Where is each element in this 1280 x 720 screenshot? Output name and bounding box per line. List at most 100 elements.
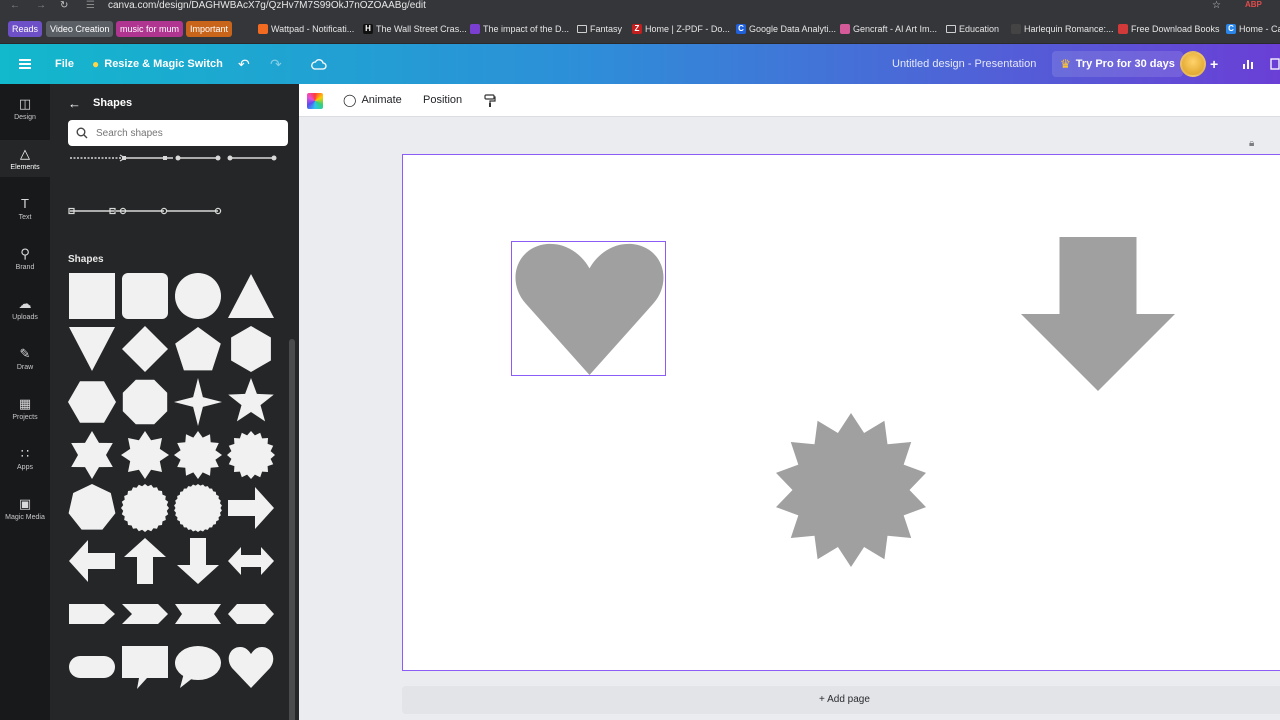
- shape-tile-triangle[interactable]: [227, 272, 275, 320]
- shape-tile-circle[interactable]: [174, 272, 222, 320]
- shape-tile-arrow-left[interactable]: [68, 537, 116, 585]
- bookmark-item[interactable]: Z Home | Z-PDF - Do...: [632, 21, 730, 37]
- bookmark-item[interactable]: H The Wall Street Cras...: [363, 21, 467, 37]
- shape-tile-banner[interactable]: [174, 590, 222, 638]
- back-arrow-icon[interactable]: ←: [68, 96, 81, 111]
- rail-item-label: Uploads: [12, 314, 38, 321]
- shape-tile-hexagon-flat[interactable]: [227, 590, 275, 638]
- url-text[interactable]: canva.com/design/DAGHWBAcX7g/QzHv7M7S99O…: [108, 0, 426, 11]
- forward-icon[interactable]: →: [36, 0, 46, 11]
- bookmark-item[interactable]: Reads: [8, 21, 43, 37]
- shape-tile-diamond[interactable]: [121, 325, 169, 373]
- color-picker-button[interactable]: [307, 84, 323, 117]
- starburst-shape[interactable]: [774, 413, 928, 567]
- bookmark-item[interactable]: Harlequin Romance:...: [1011, 21, 1114, 37]
- bookmark-item[interactable]: Important: [186, 21, 233, 37]
- shape-tile-octagon[interactable]: [121, 378, 169, 426]
- shape-tile-eight-point-star[interactable]: [121, 431, 169, 479]
- resize-magic-switch-button[interactable]: ● Resize & Magic Switch: [92, 44, 223, 84]
- rail-item-uploads[interactable]: ☁ Uploads: [0, 296, 50, 321]
- shape-tile-heptagon[interactable]: [68, 484, 116, 532]
- shape-tile-five-point-star[interactable]: [227, 378, 275, 426]
- undo-icon[interactable]: ↶: [238, 44, 250, 84]
- add-page-button[interactable]: + Add page: [402, 686, 1280, 714]
- bookmark-label: Wattpad - Notificati...: [271, 24, 355, 34]
- bookmark-label: Google Data Analyti...: [749, 24, 837, 34]
- design-page[interactable]: [402, 154, 1280, 671]
- shape-tile-sixteen-point-burst[interactable]: [227, 431, 275, 479]
- shape-tile-scalloped-circle[interactable]: [121, 484, 169, 532]
- redo-icon[interactable]: ↷: [270, 44, 282, 84]
- bookmark-star-icon[interactable]: ☆: [1212, 0, 1221, 11]
- shape-tile-six-point-star[interactable]: [68, 431, 116, 479]
- menu-icon[interactable]: [19, 44, 31, 84]
- shape-tile-inverted-triangle[interactable]: [68, 325, 116, 373]
- position-button[interactable]: Position: [423, 84, 462, 117]
- rail-item-label: Elements: [10, 164, 40, 171]
- back-icon[interactable]: ←: [10, 0, 20, 11]
- arrow-down-shape[interactable]: [1021, 237, 1175, 391]
- shape-tile-hexagon-wide[interactable]: [68, 378, 116, 426]
- add-collaborator-icon[interactable]: +: [1210, 44, 1218, 84]
- adblock-icon[interactable]: ABP: [1245, 0, 1262, 9]
- shape-tile-speech-bubble-round[interactable]: [174, 643, 222, 691]
- shape-tile-speech-bubble-rect[interactable]: [121, 643, 169, 691]
- bookmark-item[interactable]: Education: [946, 21, 999, 37]
- reload-icon[interactable]: ↻: [60, 0, 68, 11]
- shape-tile-four-point-star[interactable]: [174, 378, 222, 426]
- bookmark-item[interactable]: Wattpad - Notificati...: [258, 21, 354, 37]
- panel-scrollbar[interactable]: [289, 339, 295, 720]
- bookmark-label: Harlequin Romance:...: [1024, 24, 1114, 34]
- site-info-icon[interactable]: ☰: [86, 0, 95, 11]
- bookmark-item[interactable]: C Home - Ca: [1226, 21, 1280, 37]
- paint-roller-icon[interactable]: [484, 84, 496, 117]
- share-icon[interactable]: [1270, 44, 1280, 84]
- bookmark-item[interactable]: The impact of the D...: [470, 21, 569, 37]
- shape-tile-arrow-right[interactable]: [227, 484, 275, 532]
- shape-tile-pentagon[interactable]: [174, 325, 222, 373]
- shape-tile-hexagon[interactable]: [227, 325, 275, 373]
- shape-tile-pentagon-arrow[interactable]: [68, 590, 116, 638]
- shape-tile-seal[interactable]: [174, 484, 222, 532]
- animate-button[interactable]: ◯ Animate: [343, 84, 402, 117]
- design-title[interactable]: Untitled design - Presentation: [892, 44, 1036, 84]
- search-input[interactable]: [96, 127, 266, 139]
- shape-tile-pill[interactable]: [68, 643, 116, 691]
- bookmark-item[interactable]: Free Download Books: [1118, 21, 1220, 37]
- bookmark-item[interactable]: C Google Data Analyti...: [736, 21, 836, 37]
- line-styles-row-2[interactable]: [68, 206, 278, 216]
- bookmark-label: music for mum: [120, 24, 180, 34]
- file-menu[interactable]: File: [55, 44, 74, 84]
- try-pro-button[interactable]: ♛ Try Pro for 30 days: [1052, 51, 1183, 77]
- rail-item-label: Projects: [12, 414, 38, 421]
- shape-tile-heart[interactable]: [227, 643, 275, 691]
- shape-tile-chevron[interactable]: [121, 590, 169, 638]
- shape-tile-arrow-down[interactable]: [174, 537, 222, 585]
- bookmark-item[interactable]: Fantasy: [577, 21, 622, 37]
- rail-item-design[interactable]: ◫ Design: [0, 96, 50, 121]
- shape-tile-arrow-double[interactable]: [227, 537, 275, 585]
- bookmark-item[interactable]: music for mum: [116, 21, 184, 37]
- shape-tile-twelve-point-burst[interactable]: [174, 431, 222, 479]
- rail-item-apps[interactable]: ∷ Apps: [0, 446, 50, 471]
- line-styles-row-1[interactable]: [68, 153, 278, 163]
- bookmark-item[interactable]: Video Creation: [46, 21, 114, 37]
- cloud-save-icon[interactable]: [311, 44, 327, 84]
- rail-item-draw[interactable]: ✎ Draw: [0, 346, 50, 371]
- rail-item-label: Magic Media: [5, 514, 45, 521]
- rail-item-magic-media[interactable]: ▣ Magic Media: [0, 496, 50, 521]
- rail-item-projects[interactable]: ▦ Projects: [0, 396, 50, 421]
- shape-tile-arrow-up[interactable]: [121, 537, 169, 585]
- editor-top-bar: File ● Resize & Magic Switch ↶ ↷ Untitle…: [0, 44, 1280, 84]
- bookmark-item[interactable]: Gencraft - AI Art Im...: [840, 21, 937, 37]
- selection-box[interactable]: [511, 241, 666, 376]
- user-avatar[interactable]: [1180, 44, 1206, 84]
- rail-item-brand[interactable]: ⚲ Brand: [0, 246, 50, 271]
- shape-tile-rounded-square[interactable]: [121, 272, 169, 320]
- rail-item-text[interactable]: T Text: [0, 196, 50, 221]
- lock-icon[interactable]: 🔒︎: [1249, 138, 1254, 149]
- insights-chart-icon[interactable]: [1242, 44, 1254, 84]
- shape-tile-square[interactable]: [68, 272, 116, 320]
- shapes-search-box[interactable]: [68, 120, 288, 146]
- rail-item-elements[interactable]: △ Elements: [0, 140, 50, 177]
